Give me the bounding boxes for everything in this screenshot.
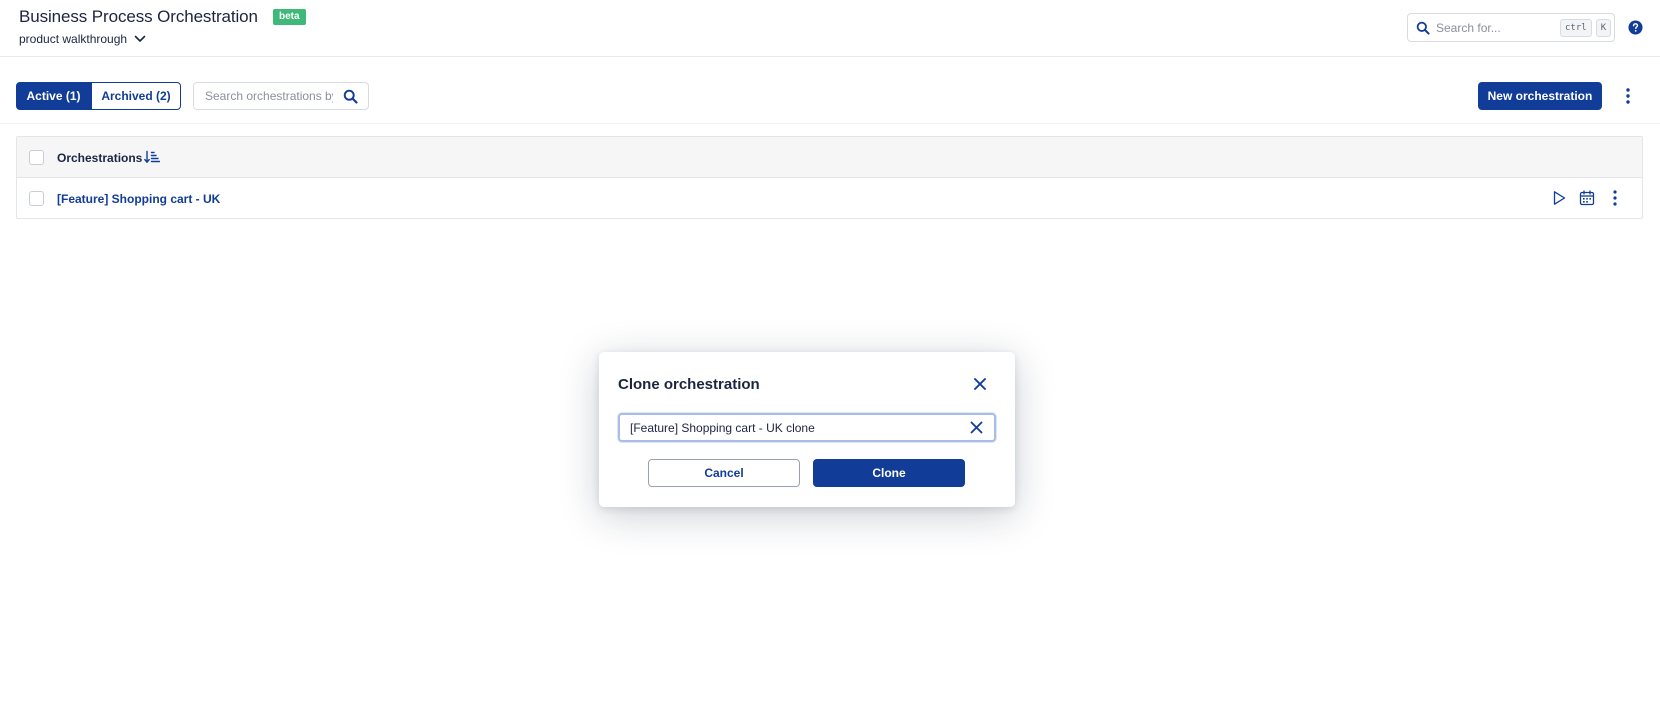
sort-icon[interactable] xyxy=(144,150,160,164)
close-icon[interactable] xyxy=(973,377,987,391)
app-header: Business Process Orchestration beta prod… xyxy=(0,0,1660,57)
global-search[interactable]: ctrl K xyxy=(1407,13,1615,42)
kebab-menu-icon[interactable] xyxy=(1607,189,1623,207)
orchestration-search[interactable] xyxy=(193,82,369,110)
play-icon[interactable] xyxy=(1551,190,1567,206)
tab-active[interactable]: Active (1) xyxy=(16,82,91,110)
search-icon[interactable] xyxy=(343,89,358,104)
clone-orchestration-dialog: Clone orchestration Cancel Clone xyxy=(599,352,1015,507)
calendar-icon[interactable] xyxy=(1579,190,1595,206)
row-checkbox[interactable] xyxy=(29,191,44,206)
app-title: Business Process Orchestration xyxy=(19,7,258,26)
clear-icon[interactable] xyxy=(970,421,983,434)
shortcut-key-ctrl: ctrl xyxy=(1560,18,1592,37)
new-orchestration-button[interactable]: New orchestration xyxy=(1478,82,1602,110)
cancel-button[interactable]: Cancel xyxy=(648,459,800,487)
shortcut-key-k: K xyxy=(1595,18,1612,37)
search-icon xyxy=(1416,21,1430,35)
orchestration-search-input[interactable] xyxy=(205,89,333,103)
clone-name-field[interactable] xyxy=(618,413,996,442)
clone-name-input[interactable] xyxy=(630,420,960,436)
project-name: product walkthrough xyxy=(19,32,128,46)
clone-button[interactable]: Clone xyxy=(813,459,965,487)
toolbar-divider xyxy=(0,123,1660,124)
tab-archived[interactable]: Archived (2) xyxy=(91,82,181,110)
beta-badge: beta xyxy=(273,9,306,25)
orchestration-link[interactable]: [Feature] Shopping cart - UK xyxy=(57,192,220,206)
chevron-down-icon xyxy=(134,35,146,42)
select-all-checkbox[interactable] xyxy=(29,150,44,165)
kebab-menu-icon[interactable] xyxy=(1620,86,1636,106)
dialog-title: Clone orchestration xyxy=(618,376,760,393)
table-header: Orchestrations xyxy=(17,137,1642,178)
help-icon[interactable] xyxy=(1628,20,1643,35)
global-search-input[interactable] xyxy=(1436,20,1556,35)
project-picker[interactable]: product walkthrough xyxy=(19,30,147,48)
column-header-orchestrations: Orchestrations xyxy=(57,151,143,165)
orchestrations-table: Orchestrations [Feature] Shopping cart -… xyxy=(16,136,1643,219)
table-row: [Feature] Shopping cart - UK xyxy=(17,178,1642,219)
